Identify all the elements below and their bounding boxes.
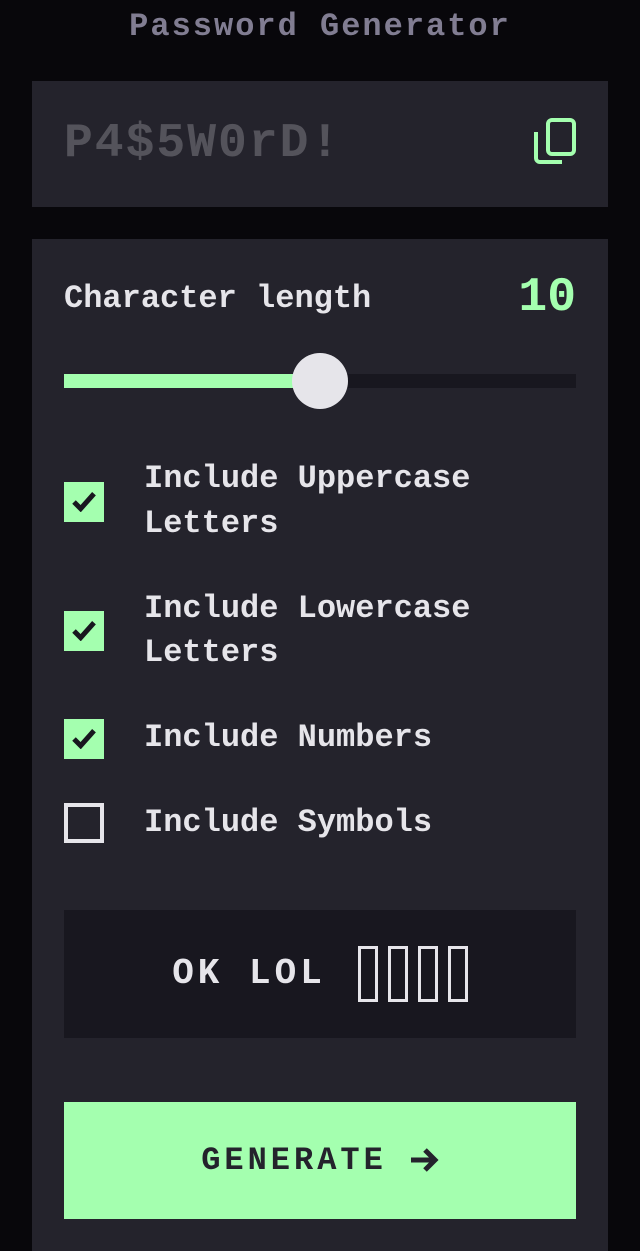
strength-bar [418, 946, 438, 1002]
generate-button[interactable]: GENERATE [64, 1102, 576, 1219]
password-placeholder: P4$5W0rD! [64, 117, 341, 171]
option-label: Include Uppercase Letters [144, 457, 576, 547]
option-numbers[interactable]: Include Numbers [64, 716, 576, 761]
generate-label: GENERATE [201, 1142, 387, 1179]
settings-panel: Character length 10 Include Uppercase Le… [32, 239, 608, 1251]
option-symbols[interactable]: Include Symbols [64, 801, 576, 846]
checkbox-symbols[interactable] [64, 803, 104, 843]
password-display: P4$5W0rD! [32, 81, 608, 207]
checkbox-numbers[interactable] [64, 719, 104, 759]
check-icon [72, 729, 96, 749]
strength-bar [448, 946, 468, 1002]
page-title: Password Generator [129, 8, 511, 45]
slider-thumb[interactable] [292, 353, 348, 409]
options-list: Include Uppercase Letters Include Lowerc… [64, 457, 576, 846]
copy-icon[interactable] [534, 118, 576, 171]
checkbox-uppercase[interactable] [64, 482, 104, 522]
option-lowercase[interactable]: Include Lowercase Letters [64, 587, 576, 677]
length-label: Character length [64, 280, 371, 317]
option-uppercase[interactable]: Include Uppercase Letters [64, 457, 576, 547]
strength-label: OK LOL [172, 953, 326, 994]
option-label: Include Numbers [144, 716, 432, 761]
length-row: Character length 10 [64, 271, 576, 325]
strength-bar [358, 946, 378, 1002]
strength-bars [358, 946, 468, 1002]
strength-bar [388, 946, 408, 1002]
option-label: Include Lowercase Letters [144, 587, 576, 677]
length-value: 10 [518, 271, 576, 325]
option-label: Include Symbols [144, 801, 432, 846]
checkbox-lowercase[interactable] [64, 611, 104, 651]
length-slider[interactable] [64, 353, 576, 409]
strength-indicator: OK LOL [64, 910, 576, 1038]
slider-fill [64, 374, 320, 388]
check-icon [72, 492, 96, 512]
arrow-right-icon [411, 1148, 439, 1172]
check-icon [72, 621, 96, 641]
